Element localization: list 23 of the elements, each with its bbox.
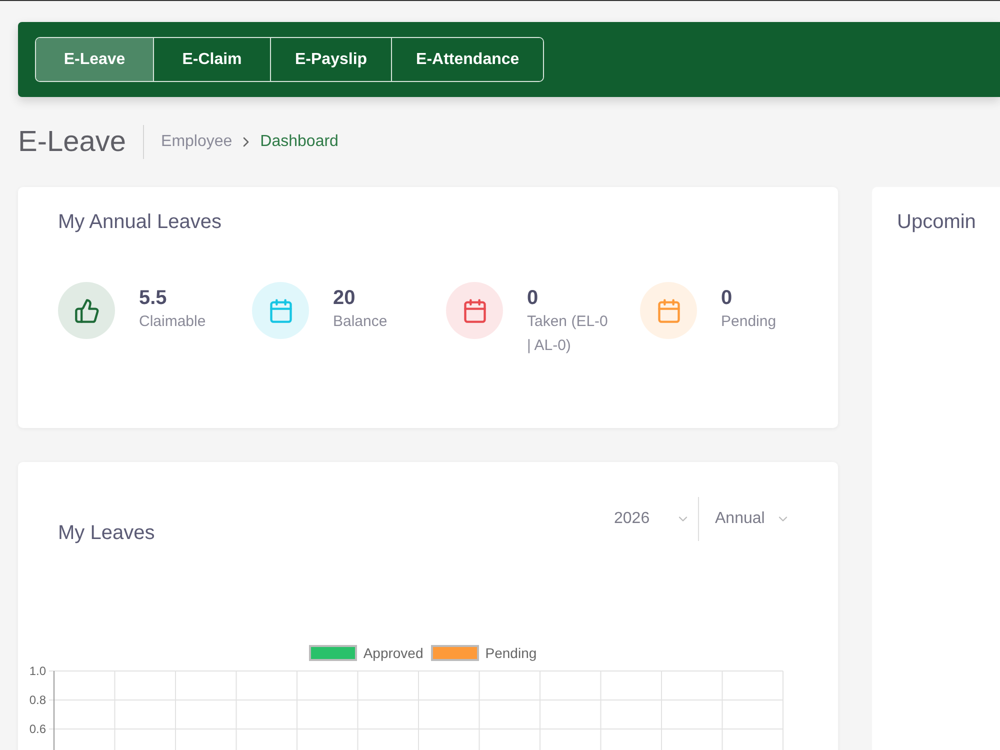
nav-tab[interactable]: E-Leave [36, 38, 153, 81]
nav-tab[interactable]: E-Attendance [391, 38, 544, 81]
card-title: Upcomin [897, 211, 977, 234]
stat-value: 5.5 [139, 287, 168, 310]
stat-value: 20 [333, 287, 356, 310]
card-title: My Leaves [58, 522, 155, 545]
card-title: My Annual Leaves [58, 211, 222, 234]
stat-value: 0 [721, 287, 734, 310]
legend-label: Approved [363, 645, 424, 661]
stat-label: Balance [333, 312, 388, 332]
page-title: E-Leave [18, 125, 144, 159]
stat-label: Claimable [139, 312, 207, 332]
y-tick-label: 1.0 [29, 664, 46, 678]
stat-value: 0 [527, 287, 540, 310]
breadcrumb-item[interactable]: Dashboard [260, 133, 338, 151]
stat-label: Pending [721, 312, 778, 332]
breadcrumb-item[interactable]: Employee [161, 133, 232, 151]
dropdown-select[interactable]: Annual [698, 496, 798, 540]
y-tick-label: 0.8 [29, 693, 46, 707]
stat-label: Taken (EL-0 | AL-0) [527, 312, 609, 356]
y-tick-label: 0.6 [29, 722, 46, 736]
legend-label: Pending [485, 645, 537, 661]
dropdown-select[interactable]: 2026 [598, 496, 698, 540]
